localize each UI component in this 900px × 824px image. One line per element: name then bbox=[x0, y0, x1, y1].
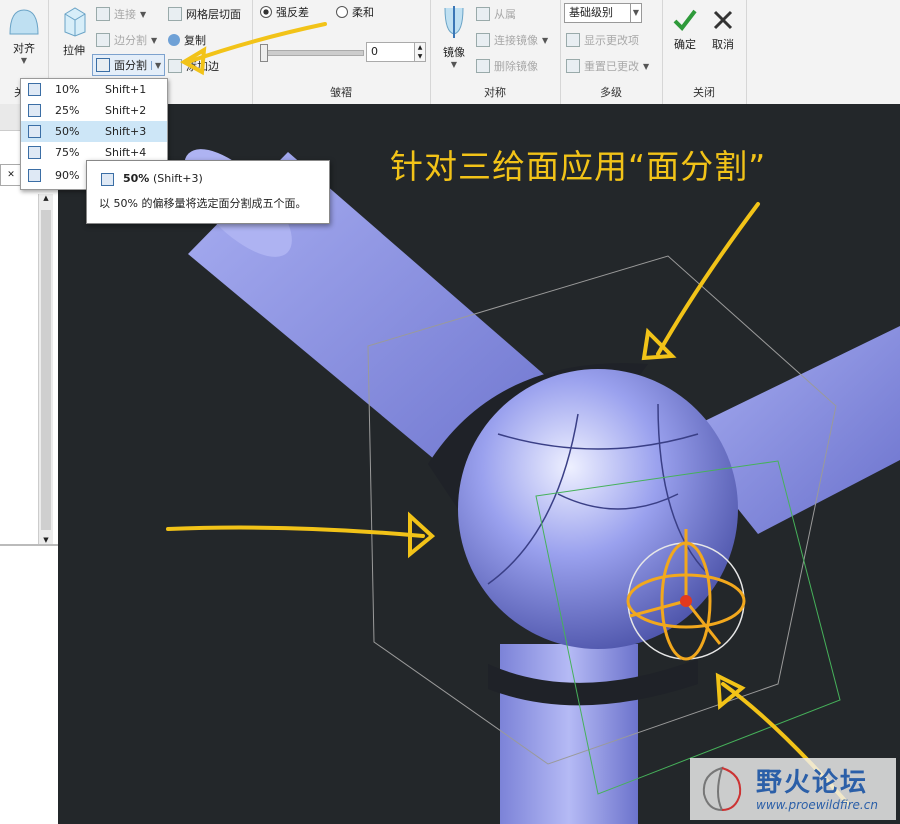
level-select-value: 基础级别 bbox=[569, 6, 613, 19]
radio-soft-label: 柔和 bbox=[352, 6, 374, 19]
menu-item-shortcut: Shift+4 bbox=[105, 146, 147, 159]
menu-item-shortcut: Shift+1 bbox=[105, 83, 147, 96]
scrollbar[interactable]: ▲ ▼ bbox=[38, 194, 53, 544]
face-split-label: 面分割 bbox=[114, 59, 147, 72]
checkmark-icon bbox=[673, 9, 697, 32]
scrollbar-up-icon[interactable]: ▲ bbox=[39, 194, 53, 202]
crease-value-input[interactable]: 0 bbox=[366, 42, 416, 62]
menu-item-50[interactable]: 50% Shift+3 bbox=[21, 121, 167, 142]
edge-split-button[interactable]: 边分割 ▼ bbox=[96, 32, 157, 48]
chevron-down-icon: ▼ bbox=[151, 35, 158, 45]
close-group: 确定 取消 关闭 bbox=[662, 0, 747, 104]
radio-soft[interactable]: 柔和 bbox=[336, 4, 374, 20]
split-50-icon bbox=[28, 125, 41, 138]
panel-divider[interactable] bbox=[0, 544, 58, 546]
menu-item-label: 75% bbox=[55, 146, 80, 159]
extrude-icon bbox=[64, 7, 86, 37]
chevron-down-icon: ▼ bbox=[643, 61, 650, 71]
reset-changes-button[interactable]: 重置已更改 ▼ bbox=[566, 58, 649, 74]
split-25-icon bbox=[28, 104, 41, 117]
slave-label: 从属 bbox=[494, 8, 516, 21]
multilevel-group-label: 多级 bbox=[600, 86, 622, 99]
split-10-icon bbox=[28, 83, 41, 96]
chevron-down-icon[interactable]: ▼ bbox=[436, 60, 472, 69]
cancel-button[interactable]: 取消 bbox=[706, 8, 740, 52]
slave-icon bbox=[476, 7, 490, 21]
level-select[interactable]: 基础级别 ▼ bbox=[564, 3, 642, 23]
sphere-joint[interactable] bbox=[458, 369, 738, 649]
crease-group-label: 皱褶 bbox=[330, 86, 352, 99]
cancel-label: 取消 bbox=[712, 38, 734, 51]
edge-split-label: 边分割 bbox=[114, 34, 147, 47]
slave-button[interactable]: 从属 bbox=[476, 6, 516, 22]
face-split-button[interactable]: 面分割 ▼ bbox=[92, 54, 166, 76]
tooltip-title: 50% bbox=[123, 172, 150, 185]
mirror-icon bbox=[444, 6, 464, 38]
scrollbar-thumb[interactable] bbox=[41, 210, 51, 530]
show-changes-label: 显示更改项 bbox=[584, 34, 639, 47]
close-group-label: 关闭 bbox=[693, 86, 715, 99]
symmetry-group-label: 对称 bbox=[484, 86, 506, 99]
chevron-down-icon[interactable]: ▼ bbox=[4, 56, 44, 65]
connect-mirror-button[interactable]: 连接镜像 ▼ bbox=[476, 32, 548, 48]
tooltip-description: 以 50% 的偏移量将选定面分割成五个面。 bbox=[99, 197, 307, 210]
multilevel-group: 基础级别 ▼ 显示更改项 重置已更改 ▼ 多级 bbox=[560, 0, 663, 104]
ok-button[interactable]: 确定 bbox=[668, 8, 702, 52]
side-panel-field[interactable]: ✕ bbox=[0, 164, 22, 186]
split-90-icon bbox=[28, 169, 41, 182]
tooltip: 50% (Shift+3) 以 50% 的偏移量将选定面分割成五个面。 bbox=[86, 160, 330, 224]
mirror-label: 镜像 bbox=[443, 46, 465, 59]
spinner-icon[interactable]: ▲ ▼ bbox=[414, 42, 426, 62]
connect-label: 连接 bbox=[114, 8, 136, 21]
menu-item-label: 25% bbox=[55, 104, 80, 117]
annotation-caption: 针对三给面应用“面分割” bbox=[390, 147, 767, 186]
extrude-button[interactable]: 拉伸 bbox=[56, 4, 92, 58]
connect-mirror-label: 连接镜像 bbox=[494, 34, 538, 47]
watermark: 野火论坛 www.proewildfire.cn bbox=[690, 758, 896, 820]
symmetry-group: 镜像 ▼ 从属 连接镜像 ▼ 删除镜像 对称 bbox=[430, 0, 561, 104]
align-icon bbox=[9, 9, 39, 35]
menu-item-10[interactable]: 10% Shift+1 bbox=[21, 79, 167, 100]
side-panel: ✕ ▲ ▼ bbox=[0, 104, 59, 824]
menu-item-25[interactable]: 25% Shift+2 bbox=[21, 100, 167, 121]
split-50-icon bbox=[101, 173, 114, 186]
tooltip-shortcut: (Shift+3) bbox=[153, 172, 203, 185]
reset-changes-icon bbox=[566, 59, 580, 73]
show-changes-icon bbox=[566, 33, 580, 47]
chevron-down-icon: ▼ bbox=[542, 35, 549, 45]
menu-item-label: 10% bbox=[55, 83, 80, 96]
menu-item-shortcut: Shift+3 bbox=[105, 125, 147, 138]
face-split-icon bbox=[96, 58, 110, 72]
menu-item-shortcut: Shift+2 bbox=[105, 104, 147, 117]
show-changes-button[interactable]: 显示更改项 bbox=[566, 32, 639, 48]
chevron-down-icon[interactable]: ▼ bbox=[629, 4, 639, 22]
delete-mirror-icon bbox=[476, 59, 490, 73]
edge-split-icon bbox=[96, 33, 110, 47]
delete-mirror-label: 删除镜像 bbox=[494, 60, 538, 73]
logo-icon bbox=[702, 766, 742, 812]
crease-value: 0 bbox=[371, 45, 378, 58]
menu-item-label: 90% bbox=[55, 169, 80, 182]
extrude-label: 拉伸 bbox=[63, 44, 85, 57]
watermark-name: 野火论坛 bbox=[756, 768, 869, 798]
split-75-icon bbox=[28, 146, 41, 159]
reset-changes-label: 重置已更改 bbox=[584, 60, 639, 73]
ribbon-annotation-arrow bbox=[180, 22, 327, 76]
scrollbar-down-icon[interactable]: ▼ bbox=[39, 536, 53, 544]
mirror-button[interactable]: 镜像 ▼ bbox=[436, 4, 472, 69]
connect-button[interactable]: 连接 ▼ bbox=[96, 6, 146, 22]
watermark-url: www.proewildfire.cn bbox=[756, 798, 878, 812]
ok-label: 确定 bbox=[674, 38, 696, 51]
chevron-down-icon: ▼ bbox=[140, 9, 147, 19]
tube-bottom[interactable] bbox=[500, 644, 638, 824]
align-button[interactable]: 对齐 ▼ bbox=[4, 4, 44, 65]
menu-item-label: 50% bbox=[55, 125, 80, 138]
connect-icon bbox=[96, 7, 110, 21]
align-label: 对齐 bbox=[13, 42, 35, 55]
close-icon bbox=[713, 10, 733, 30]
connect-mirror-icon bbox=[476, 33, 490, 47]
delete-mirror-button[interactable]: 删除镜像 bbox=[476, 58, 538, 74]
